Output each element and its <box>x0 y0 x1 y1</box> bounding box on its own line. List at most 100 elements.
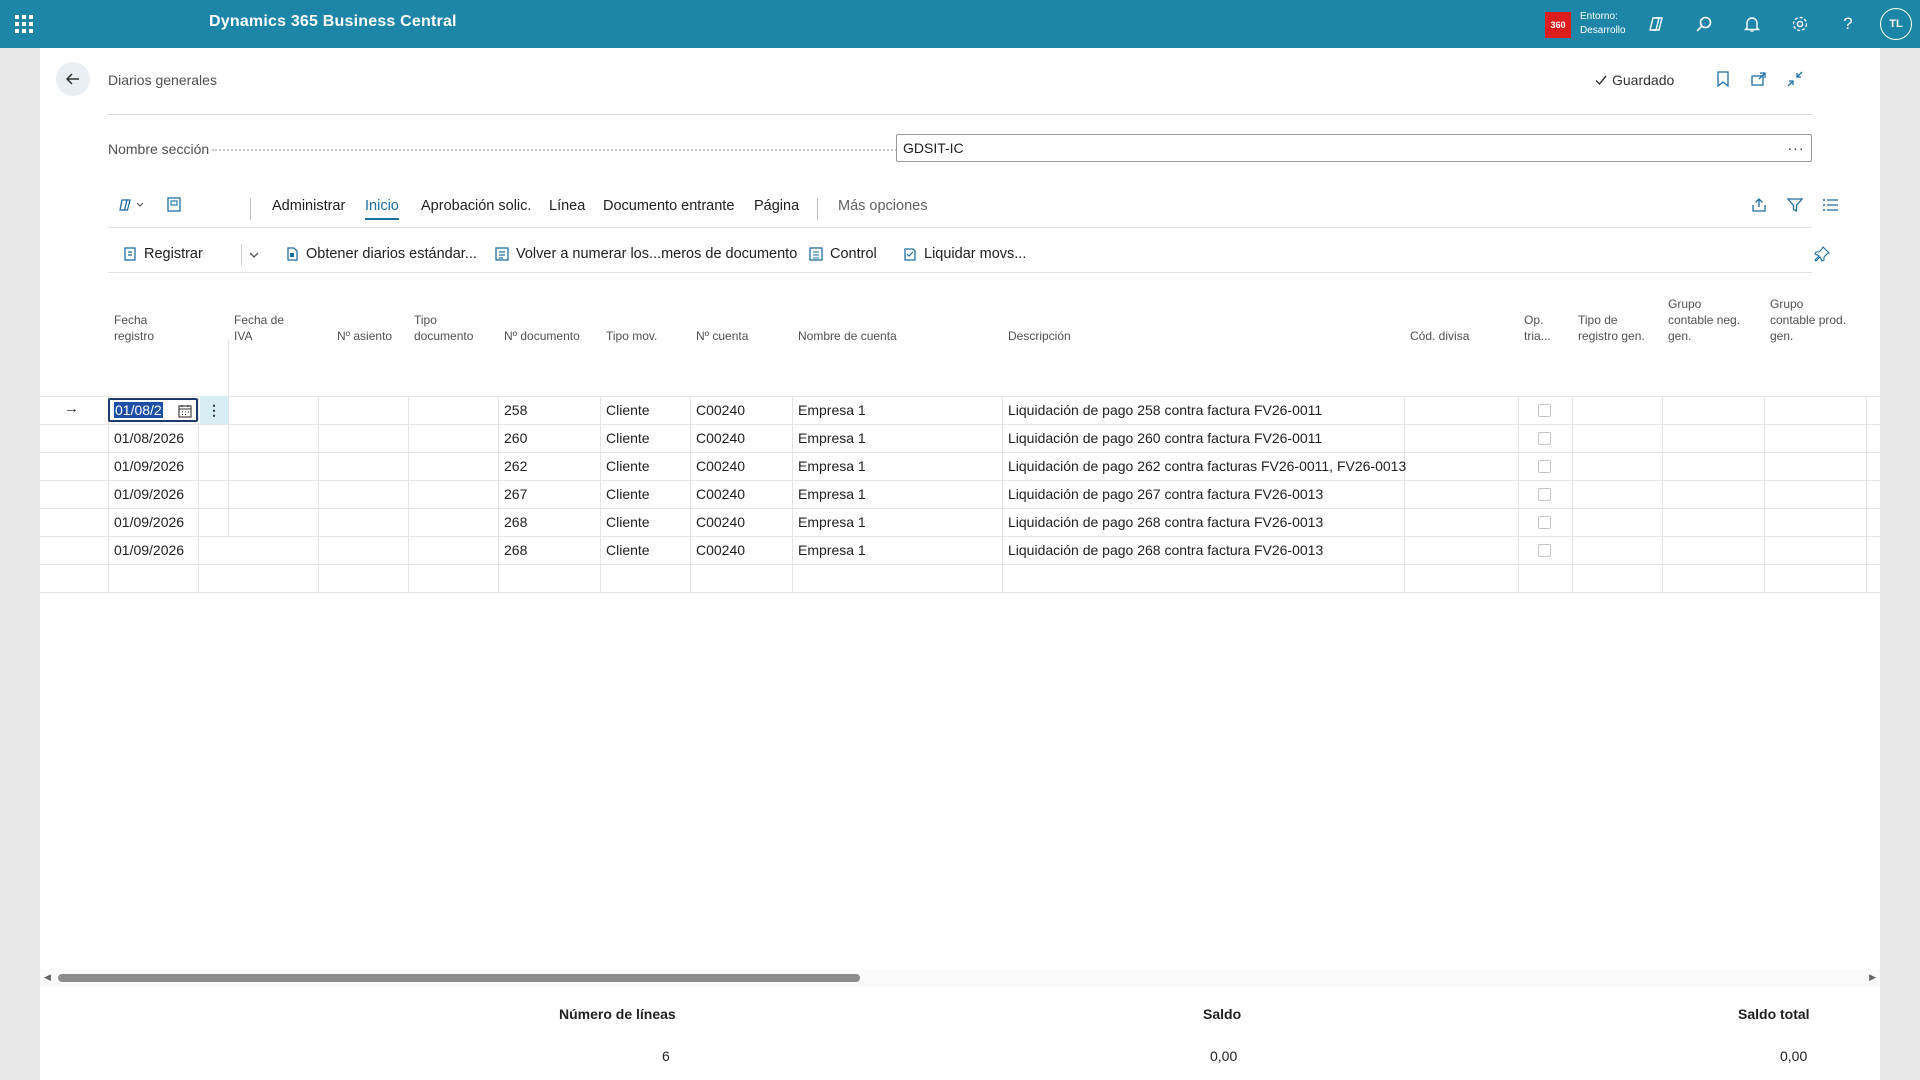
scroll-left-arrow-icon[interactable]: ◀ <box>44 972 51 983</box>
obtener-diarios-button[interactable]: Obtener diarios estándar... <box>284 246 477 262</box>
tab-mas-opciones[interactable]: Más opciones <box>838 198 927 218</box>
filter-icon[interactable] <box>1786 196 1804 218</box>
num-cuenta-cell[interactable]: C00240 <box>696 486 745 502</box>
nombre-cuenta-cell[interactable]: Empresa 1 <box>798 402 866 418</box>
op-tria-checkbox[interactable] <box>1538 432 1551 445</box>
back-button[interactable] <box>56 62 90 96</box>
posting-date-input[interactable]: 01/08/2 <box>108 398 198 422</box>
column-header-op-tria[interactable]: Op. tria... <box>1524 312 1551 344</box>
section-name-input[interactable] <box>896 134 1812 162</box>
num-cuenta-cell[interactable]: C00240 <box>696 458 745 474</box>
column-header-fecha-iva[interactable]: Fecha de IVA <box>234 312 284 344</box>
table-row[interactable]: 01/09/2026 267 Cliente C00240 Empresa 1 … <box>40 480 1880 508</box>
num-documento-cell[interactable]: 267 <box>504 486 527 502</box>
num-cuenta-cell[interactable]: C00240 <box>696 430 745 446</box>
bookmark-icon[interactable] <box>1712 68 1734 90</box>
layout-icon[interactable] <box>166 196 182 218</box>
op-tria-checkbox[interactable] <box>1538 488 1551 501</box>
row-menu-button[interactable]: ⋮ <box>200 396 228 424</box>
settings-icon[interactable] <box>1788 12 1812 36</box>
calendar-icon[interactable] <box>178 404 192 418</box>
renumerar-button[interactable]: Volver a numerar los...meros de document… <box>494 246 797 262</box>
num-documento-cell[interactable]: 262 <box>504 458 527 474</box>
column-header-descripcion[interactable]: Descripción <box>1008 328 1071 344</box>
list-view-icon[interactable] <box>1822 196 1840 218</box>
num-cuenta-cell[interactable]: C00240 <box>696 542 745 558</box>
num-documento-cell[interactable]: 258 <box>504 402 527 418</box>
nombre-cuenta-cell[interactable]: Empresa 1 <box>798 542 866 558</box>
num-cuenta-cell[interactable]: C00240 <box>696 514 745 530</box>
column-header-fecha-registro[interactable]: Fecha registro <box>114 312 154 344</box>
app-title[interactable]: Dynamics 365 Business Central <box>209 13 457 31</box>
help-icon[interactable]: ? <box>1836 12 1860 36</box>
section-lookup-button[interactable]: ··· <box>1782 134 1810 162</box>
fecha-registro-cell[interactable]: 01/09/2026 <box>114 514 184 530</box>
descripcion-cell[interactable]: Liquidación de pago 260 contra factura F… <box>1008 430 1322 446</box>
num-cuenta-cell[interactable]: C00240 <box>696 402 745 418</box>
open-new-window-icon[interactable] <box>1748 68 1770 90</box>
nombre-cuenta-cell[interactable]: Empresa 1 <box>798 458 866 474</box>
tipo-mov-cell[interactable]: Cliente <box>606 430 650 446</box>
tab-pagina[interactable]: Página <box>754 198 799 218</box>
num-documento-cell[interactable]: 260 <box>504 430 527 446</box>
column-header-grupo-neg[interactable]: Grupo contable neg. gen. <box>1668 296 1740 344</box>
liquidar-button[interactable]: Liquidar movs... <box>902 246 1026 262</box>
environment-info[interactable]: Entorno: Desarrollo <box>1580 10 1626 38</box>
table-row[interactable]: 01/09/2026 262 Cliente C00240 Empresa 1 … <box>40 452 1880 480</box>
descripcion-cell[interactable]: Liquidación de pago 258 contra factura F… <box>1008 402 1322 418</box>
nombre-cuenta-cell[interactable]: Empresa 1 <box>798 430 866 446</box>
scrollbar-thumb[interactable] <box>58 974 860 982</box>
pin-icon[interactable] <box>1814 246 1830 262</box>
tab-administrar[interactable]: Administrar <box>272 198 345 218</box>
tipo-mov-cell[interactable]: Cliente <box>606 458 650 474</box>
column-header-nombre-cuenta[interactable]: Nombre de cuenta <box>798 328 897 344</box>
op-tria-checkbox[interactable] <box>1538 544 1551 557</box>
descripcion-cell[interactable]: Liquidación de pago 268 contra factura F… <box>1008 542 1323 558</box>
share-icon[interactable] <box>1750 196 1768 218</box>
tab-documento-entrante[interactable]: Documento entrante <box>603 198 734 218</box>
column-header-grupo-prod[interactable]: Grupo contable prod. gen. <box>1770 296 1846 344</box>
tipo-mov-cell[interactable]: Cliente <box>606 486 650 502</box>
column-header-tipo-documento[interactable]: Tipo documento <box>414 312 473 344</box>
column-header-num-documento[interactable]: Nº documento <box>504 328 580 344</box>
op-tria-checkbox[interactable] <box>1538 404 1551 417</box>
num-documento-cell[interactable]: 268 <box>504 514 527 530</box>
fecha-registro-cell[interactable]: 01/09/2026 <box>114 542 184 558</box>
column-header-num-cuenta[interactable]: Nº cuenta <box>696 328 748 344</box>
column-header-tipo-mov[interactable]: Tipo mov. <box>606 328 657 344</box>
tipo-mov-cell[interactable]: Cliente <box>606 402 650 418</box>
tab-inicio[interactable]: Inicio <box>365 198 399 220</box>
fecha-registro-cell[interactable]: 01/09/2026 <box>114 458 184 474</box>
notifications-icon[interactable] <box>1740 12 1764 36</box>
column-header-asiento[interactable]: Nº asiento <box>337 328 392 344</box>
column-header-tipo-registro-gen[interactable]: Tipo de registro gen. <box>1578 312 1645 344</box>
table-row[interactable]: 01/09/2026 268 Cliente C00240 Empresa 1 … <box>40 508 1880 536</box>
op-tria-checkbox[interactable] <box>1538 460 1551 473</box>
tab-linea[interactable]: Línea <box>549 198 585 218</box>
horizontal-scrollbar[interactable]: ◀ ▶ <box>40 969 1880 987</box>
registrar-button[interactable]: Registrar <box>122 246 203 262</box>
empty-new-row[interactable] <box>40 564 1880 592</box>
table-row[interactable]: → 01/08/2 ⋮ 258 Cliente C00240 Empresa 1… <box>40 396 1880 424</box>
num-documento-cell[interactable]: 268 <box>504 542 527 558</box>
tipo-mov-cell[interactable]: Cliente <box>606 514 650 530</box>
descripcion-cell[interactable]: Liquidación de pago 268 contra factura F… <box>1008 514 1323 530</box>
control-button[interactable]: Control <box>808 246 877 262</box>
search-icon[interactable] <box>1692 12 1716 36</box>
nombre-cuenta-cell[interactable]: Empresa 1 <box>798 486 866 502</box>
tab-aprobacion[interactable]: Aprobación solic. <box>421 198 531 218</box>
descripcion-cell[interactable]: Liquidación de pago 262 contra facturas … <box>1008 458 1406 474</box>
fecha-registro-cell[interactable]: 01/09/2026 <box>114 486 184 502</box>
tipo-mov-cell[interactable]: Cliente <box>606 542 650 558</box>
nombre-cuenta-cell[interactable]: Empresa 1 <box>798 514 866 530</box>
copilot-icon[interactable] <box>1644 12 1668 36</box>
registrar-dropdown[interactable] <box>241 244 260 266</box>
copilot-menu-button[interactable] <box>118 196 148 218</box>
table-row[interactable]: 01/09/2026 268 Cliente C00240 Empresa 1 … <box>40 536 1880 564</box>
op-tria-checkbox[interactable] <box>1538 516 1551 529</box>
table-row[interactable]: 01/08/2026 260 Cliente C00240 Empresa 1 … <box>40 424 1880 452</box>
app-launcher-icon[interactable] <box>0 0 48 48</box>
column-header-cod-divisa[interactable]: Cód. divisa <box>1410 328 1469 344</box>
user-avatar[interactable]: TL <box>1880 8 1912 40</box>
descripcion-cell[interactable]: Liquidación de pago 267 contra factura F… <box>1008 486 1323 502</box>
